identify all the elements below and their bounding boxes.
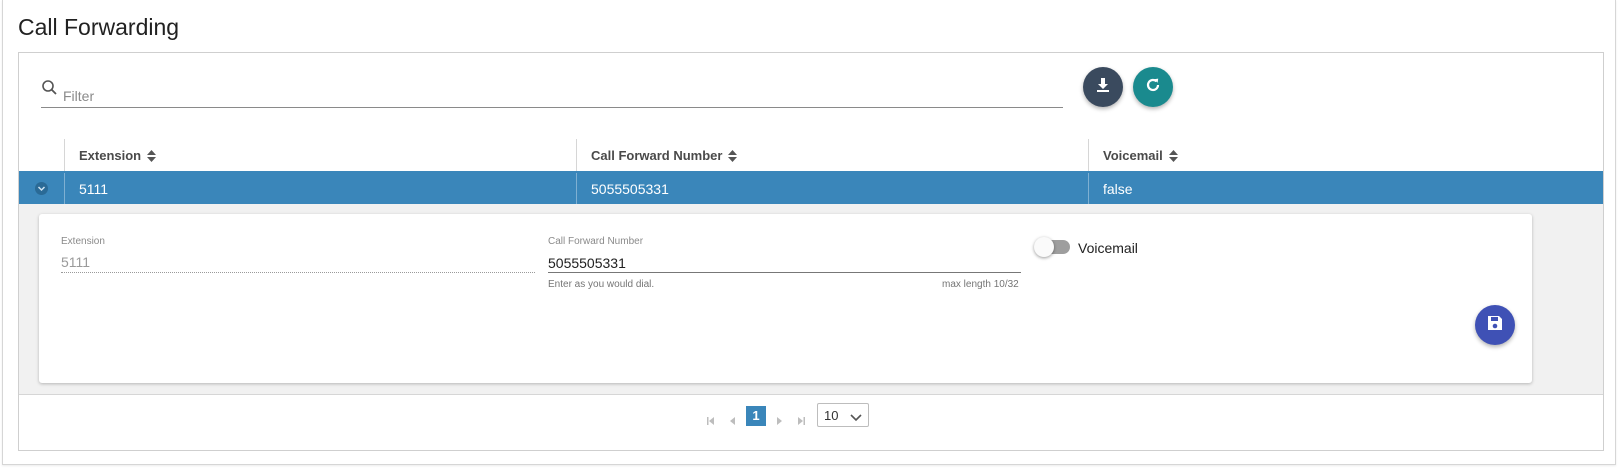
cell-call-forward-number: 5055505331 — [577, 173, 1089, 204]
extension-field-underline — [61, 272, 535, 273]
sort-icon[interactable] — [1168, 150, 1178, 165]
search-icon — [41, 79, 59, 97]
grid-header: Extension Call Forward Number Voicemail — [19, 139, 1603, 173]
filter-input[interactable] — [61, 85, 1045, 107]
chevron-down-icon[interactable] — [35, 182, 48, 195]
filter-field[interactable] — [41, 79, 1063, 108]
extension-label: Extension — [61, 236, 105, 247]
voicemail-toggle-label: Voicemail — [1078, 240, 1138, 256]
pager: 1 10 — [19, 395, 1603, 451]
cell-text: 5111 — [79, 181, 109, 197]
next-page-icon[interactable] — [772, 414, 786, 428]
call-forward-number-label: Call Forward Number — [548, 236, 644, 247]
save-icon — [1486, 314, 1504, 337]
column-header-voicemail[interactable]: Voicemail — [1089, 139, 1603, 171]
page-title: Call Forwarding — [18, 14, 180, 40]
cell-extension: 5111 — [65, 173, 577, 204]
cell-text: 5055505331 — [591, 181, 669, 197]
expand-cell — [19, 173, 65, 204]
expand-column-header — [19, 139, 65, 171]
page-size-value: 10 — [824, 408, 839, 423]
chevron-down-icon — [850, 410, 862, 428]
call-forward-number-input[interactable] — [548, 254, 1021, 273]
sort-icon[interactable] — [728, 150, 738, 165]
refresh-icon — [1144, 76, 1162, 99]
last-page-icon[interactable] — [794, 414, 808, 428]
cell-voicemail: false — [1089, 173, 1603, 204]
detail-form: Extension 5111 Call Forward Number Enter… — [39, 214, 1532, 383]
call-forward-number-hint: Enter as you would dial. — [548, 279, 655, 290]
page-size-select[interactable]: 10 — [817, 403, 869, 427]
extension-value: 5111 — [61, 254, 91, 270]
detail-area: Extension 5111 Call Forward Number Enter… — [19, 204, 1603, 395]
column-label: Voicemail — [1103, 148, 1163, 163]
previous-page-icon[interactable] — [726, 414, 740, 428]
call-forward-number-length: max length 10/32 — [942, 279, 1019, 290]
column-header-extension[interactable]: Extension — [65, 139, 577, 171]
column-label: Extension — [79, 148, 142, 163]
save-button[interactable] — [1475, 305, 1515, 345]
table-row[interactable]: 5111 5055505331 false — [19, 173, 1603, 204]
first-page-icon[interactable] — [704, 414, 718, 428]
column-label: Call Forward Number — [591, 148, 723, 163]
toolbar — [19, 53, 1603, 140]
cell-text: false — [1103, 181, 1133, 197]
download-icon — [1095, 77, 1111, 98]
sort-icon[interactable] — [147, 150, 157, 165]
refresh-button[interactable] — [1133, 67, 1173, 107]
voicemail-toggle[interactable] — [1034, 237, 1070, 257]
column-header-call-forward-number[interactable]: Call Forward Number — [577, 139, 1089, 171]
download-button[interactable] — [1083, 67, 1123, 107]
call-forwarding-panel: Extension Call Forward Number Voicemail … — [18, 52, 1604, 451]
toggle-knob — [1034, 237, 1054, 257]
page-number-button[interactable]: 1 — [746, 406, 766, 426]
